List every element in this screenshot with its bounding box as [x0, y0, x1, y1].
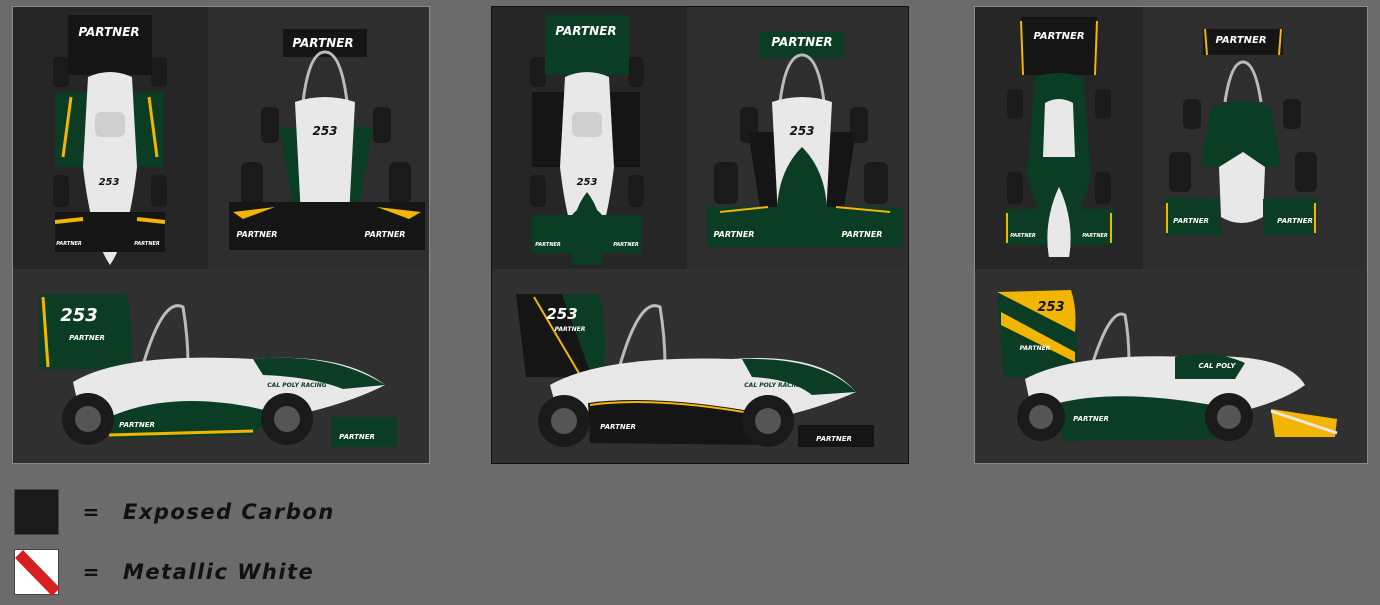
side-number-text: 253 [546, 305, 577, 323]
livery-panel-3: PARTNER PARTNER PARTNER PARTNER PARTNER … [974, 6, 1368, 464]
livery-panel-1: PARTNER 253 PARTNER PARTNER PARTNER 253 … [12, 6, 430, 464]
legend-equals: = [82, 560, 100, 584]
front-left-sponsor: PARTNER [237, 230, 278, 239]
side-number-text: 253 [1037, 300, 1064, 315]
top-right-sponsor: PARTNER [1082, 233, 1108, 239]
front-sponsor-text: PARTNER [1215, 35, 1266, 46]
top-right-sponsor: PARTNER [613, 242, 639, 248]
side-wing-sponsor: PARTNER [339, 433, 375, 441]
side-sponsor-text: PARTNER [1020, 345, 1051, 352]
livery-render-3: PARTNER PARTNER PARTNER PARTNER PARTNER … [975, 7, 1367, 463]
side-team-text: CAL POLY RACING [267, 382, 327, 389]
top-view-car [530, 15, 644, 265]
legend-exposed-carbon: = Exposed Carbon [14, 489, 335, 535]
top-left-sponsor: PARTNER [56, 241, 82, 247]
side-number-text: 253 [60, 305, 98, 326]
side-sponsor-text: PARTNER [69, 334, 105, 342]
top-view-car [53, 15, 167, 265]
front-right-sponsor: PARTNER [842, 230, 883, 239]
top-left-sponsor: PARTNER [1010, 233, 1036, 239]
legend-metallic-white: = Metallic White [14, 549, 315, 596]
front-number-text: 253 [789, 124, 814, 138]
top-number-text: 253 [577, 177, 598, 188]
front-left-sponsor: PARTNER [1173, 217, 1209, 225]
livery-panel-2: PARTNER 253 PARTNER PARTNER PARTNER 253 … [491, 6, 909, 464]
top-sponsor-text: PARTNER [78, 25, 139, 39]
legend-equals: = [82, 500, 100, 524]
legend-label-carbon: Exposed Carbon [123, 500, 335, 524]
top-sponsor-text: PARTNER [1033, 31, 1084, 42]
side-wing-sponsor: PARTNER [816, 435, 852, 443]
side-lower-sponsor: PARTNER [119, 421, 155, 429]
front-number-text: 253 [312, 124, 337, 138]
side-sponsor-text: PARTNER [555, 326, 586, 333]
livery-render-1: PARTNER 253 PARTNER PARTNER PARTNER 253 … [13, 7, 429, 463]
legend-label-white: Metallic White [123, 560, 315, 584]
front-sponsor-text: PARTNER [771, 35, 832, 49]
front-sponsor-text: PARTNER [292, 36, 353, 50]
top-sponsor-text: PARTNER [555, 24, 616, 38]
top-left-sponsor: PARTNER [535, 242, 561, 248]
top-number-text: 253 [99, 177, 120, 188]
front-left-sponsor: PARTNER [714, 230, 755, 239]
livery-render-2: PARTNER 253 PARTNER PARTNER PARTNER 253 … [492, 7, 908, 463]
side-team-text: CAL POLY [1199, 362, 1237, 370]
side-team-text: CAL POLY RACING [744, 382, 804, 389]
front-right-sponsor: PARTNER [365, 230, 406, 239]
carbon-swatch [14, 489, 59, 535]
metallic-white-swatch [14, 549, 60, 596]
side-lower-sponsor: PARTNER [600, 423, 636, 431]
top-right-sponsor: PARTNER [134, 241, 160, 247]
side-lower-sponsor: PARTNER [1073, 415, 1109, 423]
front-right-sponsor: PARTNER [1277, 217, 1313, 225]
